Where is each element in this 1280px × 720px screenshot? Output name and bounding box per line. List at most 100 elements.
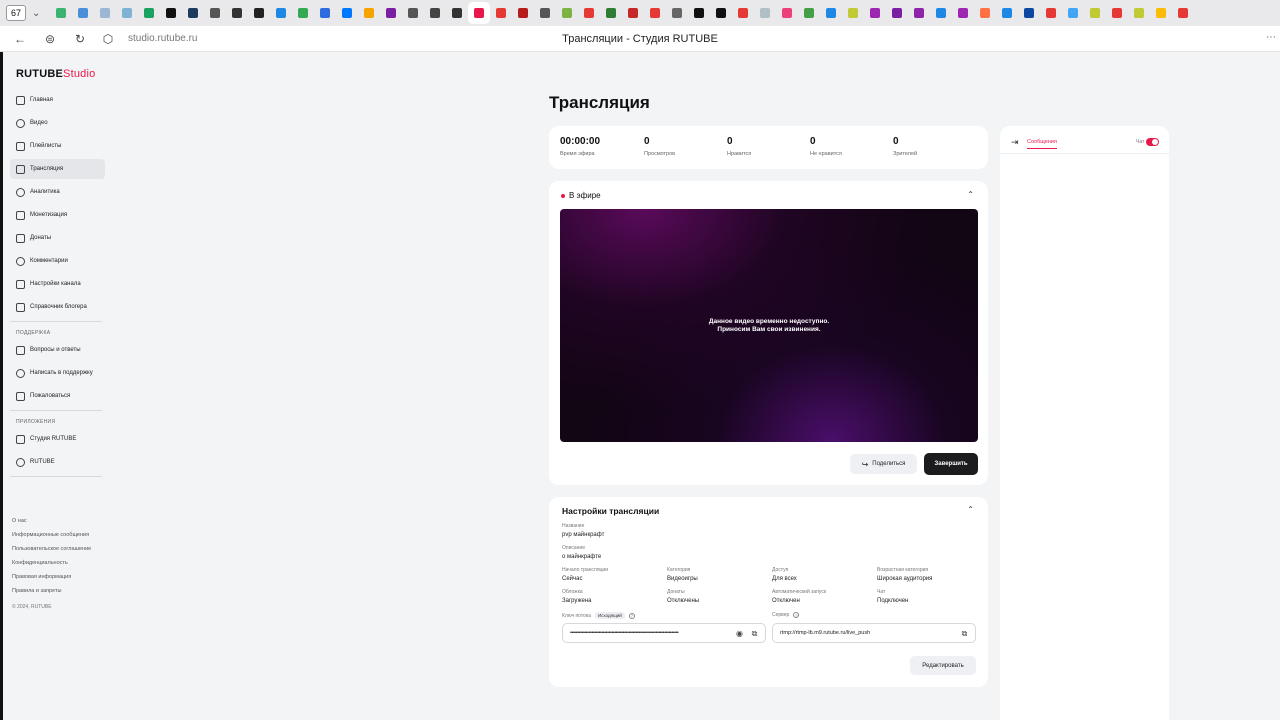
tab-favicon-icon[interactable] bbox=[314, 2, 336, 24]
tab-favicon-icon[interactable] bbox=[248, 2, 270, 24]
sidebar-item-video[interactable]: Видео bbox=[10, 113, 105, 133]
rutube-studio-logo[interactable]: RUTUBEStudio bbox=[16, 68, 95, 80]
back-icon[interactable]: ← bbox=[10, 29, 30, 49]
tab-favicon-icon[interactable] bbox=[468, 2, 491, 24]
sidebar-item-gear[interactable]: Настройки канала bbox=[10, 274, 105, 294]
tab-favicon-icon[interactable] bbox=[336, 2, 358, 24]
tab-favicon-icon[interactable] bbox=[380, 2, 402, 24]
tab-favicon-icon[interactable] bbox=[1106, 2, 1128, 24]
copy-icon[interactable]: ⧉ bbox=[960, 629, 969, 638]
footer-link-info[interactable]: Информационные сообщения bbox=[12, 528, 112, 542]
footer-link-legal[interactable]: Правовая информация bbox=[12, 570, 112, 584]
tab-favicon-icon[interactable] bbox=[72, 2, 94, 24]
tab-favicon-icon[interactable] bbox=[270, 2, 292, 24]
profile-icon[interactable]: ⊜ bbox=[40, 29, 60, 49]
tab-favicon-icon[interactable] bbox=[1018, 2, 1040, 24]
tab-favicon-icon[interactable] bbox=[732, 2, 754, 24]
footer-link-agreement[interactable]: Пользовательское соглашение bbox=[12, 542, 112, 556]
tab-favicon-icon[interactable] bbox=[182, 2, 204, 24]
sidebar-item-rutube-app[interactable]: RUTUBE bbox=[10, 452, 105, 472]
sidebar-item-monetization[interactable]: Монетизация bbox=[10, 205, 105, 225]
sidebar-item-analytics[interactable]: Аналитика bbox=[10, 182, 105, 202]
finish-button[interactable]: Завершить bbox=[924, 453, 978, 475]
tab-favicon-icon[interactable] bbox=[1172, 2, 1194, 24]
tab-favicon-icon[interactable] bbox=[446, 2, 468, 24]
tab-favicon-icon[interactable] bbox=[512, 2, 534, 24]
tab-favicon-icon[interactable] bbox=[556, 2, 578, 24]
tab-favicon-icon[interactable] bbox=[226, 2, 248, 24]
collapse-live-chevron-icon[interactable]: ⌃ bbox=[967, 190, 974, 199]
chat-toggle[interactable] bbox=[1146, 138, 1159, 146]
tab-messages[interactable]: Сообщения bbox=[1027, 139, 1057, 149]
sidebar-item-mail[interactable]: Написать в поддержку bbox=[10, 363, 105, 383]
extensions-icon[interactable]: ⋯ bbox=[1266, 32, 1276, 43]
tab-favicon-icon[interactable] bbox=[886, 2, 908, 24]
sidebar-item-home[interactable]: Главная bbox=[10, 90, 105, 110]
server-url-field[interactable]: rtmp://rtmp-lb.m9.rutube.ru/live_push ⧉ bbox=[772, 623, 976, 643]
share-button[interactable]: ↪ Поделиться bbox=[850, 454, 917, 474]
security-shield-icon[interactable]: ⬡ bbox=[98, 29, 118, 49]
tab-favicon-icon[interactable] bbox=[622, 2, 644, 24]
favicon-icon bbox=[1068, 8, 1079, 18]
tab-favicon-icon[interactable] bbox=[534, 2, 556, 24]
tab-favicon-icon[interactable] bbox=[864, 2, 886, 24]
copy-icon[interactable]: ⧉ bbox=[750, 629, 759, 638]
tab-favicon-icon[interactable] bbox=[908, 2, 930, 24]
tab-favicon-icon[interactable] bbox=[490, 2, 512, 24]
tab-favicon-icon[interactable] bbox=[94, 2, 116, 24]
tab-favicon-icon[interactable] bbox=[358, 2, 380, 24]
tab-count-button[interactable]: 67 bbox=[6, 5, 26, 21]
tab-favicon-icon[interactable] bbox=[688, 2, 710, 24]
tab-favicon-icon[interactable] bbox=[776, 2, 798, 24]
sidebar-item-donate[interactable]: Донаты bbox=[10, 228, 105, 248]
sidebar-item-comments[interactable]: Комментарии bbox=[10, 251, 105, 271]
sidebar-item-question[interactable]: Вопросы и ответы bbox=[10, 340, 105, 360]
url-field[interactable]: studio.rutube.ru bbox=[128, 33, 198, 44]
sidebar-item-label: Пожаловаться bbox=[30, 393, 71, 399]
tab-favicon-icon[interactable] bbox=[600, 2, 622, 24]
tab-favicon-icon[interactable] bbox=[116, 2, 138, 24]
tab-favicon-icon[interactable] bbox=[204, 2, 226, 24]
footer-link-rules[interactable]: Правила и запреты bbox=[12, 584, 112, 598]
stream-key-help-icon[interactable]: ? bbox=[628, 612, 635, 619]
video-player[interactable]: Данное видео временно недоступно. Принос… bbox=[560, 209, 978, 442]
tab-favicon-icon[interactable] bbox=[930, 2, 952, 24]
tab-favicon-icon[interactable] bbox=[996, 2, 1018, 24]
sidebar-item-studio-app[interactable]: Студия RUTUBE bbox=[10, 429, 105, 449]
eye-icon[interactable]: ◉ bbox=[735, 629, 744, 638]
tab-favicon-icon[interactable] bbox=[798, 2, 820, 24]
tab-favicon-icon[interactable] bbox=[160, 2, 182, 24]
tab-favicon-icon[interactable] bbox=[754, 2, 776, 24]
collapse-chat-icon[interactable]: ⇥ bbox=[1011, 137, 1019, 148]
tab-favicon-icon[interactable] bbox=[292, 2, 314, 24]
tab-favicon-icon[interactable] bbox=[1040, 2, 1062, 24]
tab-favicon-icon[interactable] bbox=[50, 2, 72, 24]
sidebar-item-flag[interactable]: Пожаловаться bbox=[10, 386, 105, 406]
footer-link-privacy[interactable]: Конфиденциальность bbox=[12, 556, 112, 570]
tab-favicon-icon[interactable] bbox=[1084, 2, 1106, 24]
tab-favicon-icon[interactable] bbox=[424, 2, 446, 24]
server-help-icon[interactable]: ? bbox=[793, 612, 800, 618]
sidebar-item-playlist[interactable]: Плейлисты bbox=[10, 136, 105, 156]
tab-favicon-icon[interactable] bbox=[820, 2, 842, 24]
stream-key-field[interactable]: ••••••••••••••••••••••••••••••••••••••••… bbox=[562, 623, 766, 643]
tab-favicon-icon[interactable] bbox=[644, 2, 666, 24]
tab-favicon-icon[interactable] bbox=[1150, 2, 1172, 24]
reload-icon[interactable]: ↻ bbox=[70, 29, 90, 49]
sidebar-item-broadcast[interactable]: Трансляция bbox=[10, 159, 105, 179]
collapse-settings-chevron-icon[interactable]: ⌃ bbox=[967, 505, 974, 514]
tab-list-chevron-icon[interactable]: ⌄ bbox=[32, 8, 40, 19]
tab-favicon-icon[interactable] bbox=[1062, 2, 1084, 24]
tab-favicon-icon[interactable] bbox=[710, 2, 732, 24]
edit-button[interactable]: Редактировать bbox=[910, 656, 976, 675]
tab-favicon-icon[interactable] bbox=[1128, 2, 1150, 24]
tab-favicon-icon[interactable] bbox=[974, 2, 996, 24]
tab-favicon-icon[interactable] bbox=[952, 2, 974, 24]
tab-favicon-icon[interactable] bbox=[578, 2, 600, 24]
tab-favicon-icon[interactable] bbox=[402, 2, 424, 24]
sidebar-item-help[interactable]: Справочник блогера bbox=[10, 297, 105, 317]
tab-favicon-icon[interactable] bbox=[666, 2, 688, 24]
footer-link-about[interactable]: О нас bbox=[12, 514, 112, 528]
tab-favicon-icon[interactable] bbox=[138, 2, 160, 24]
tab-favicon-icon[interactable] bbox=[842, 2, 864, 24]
